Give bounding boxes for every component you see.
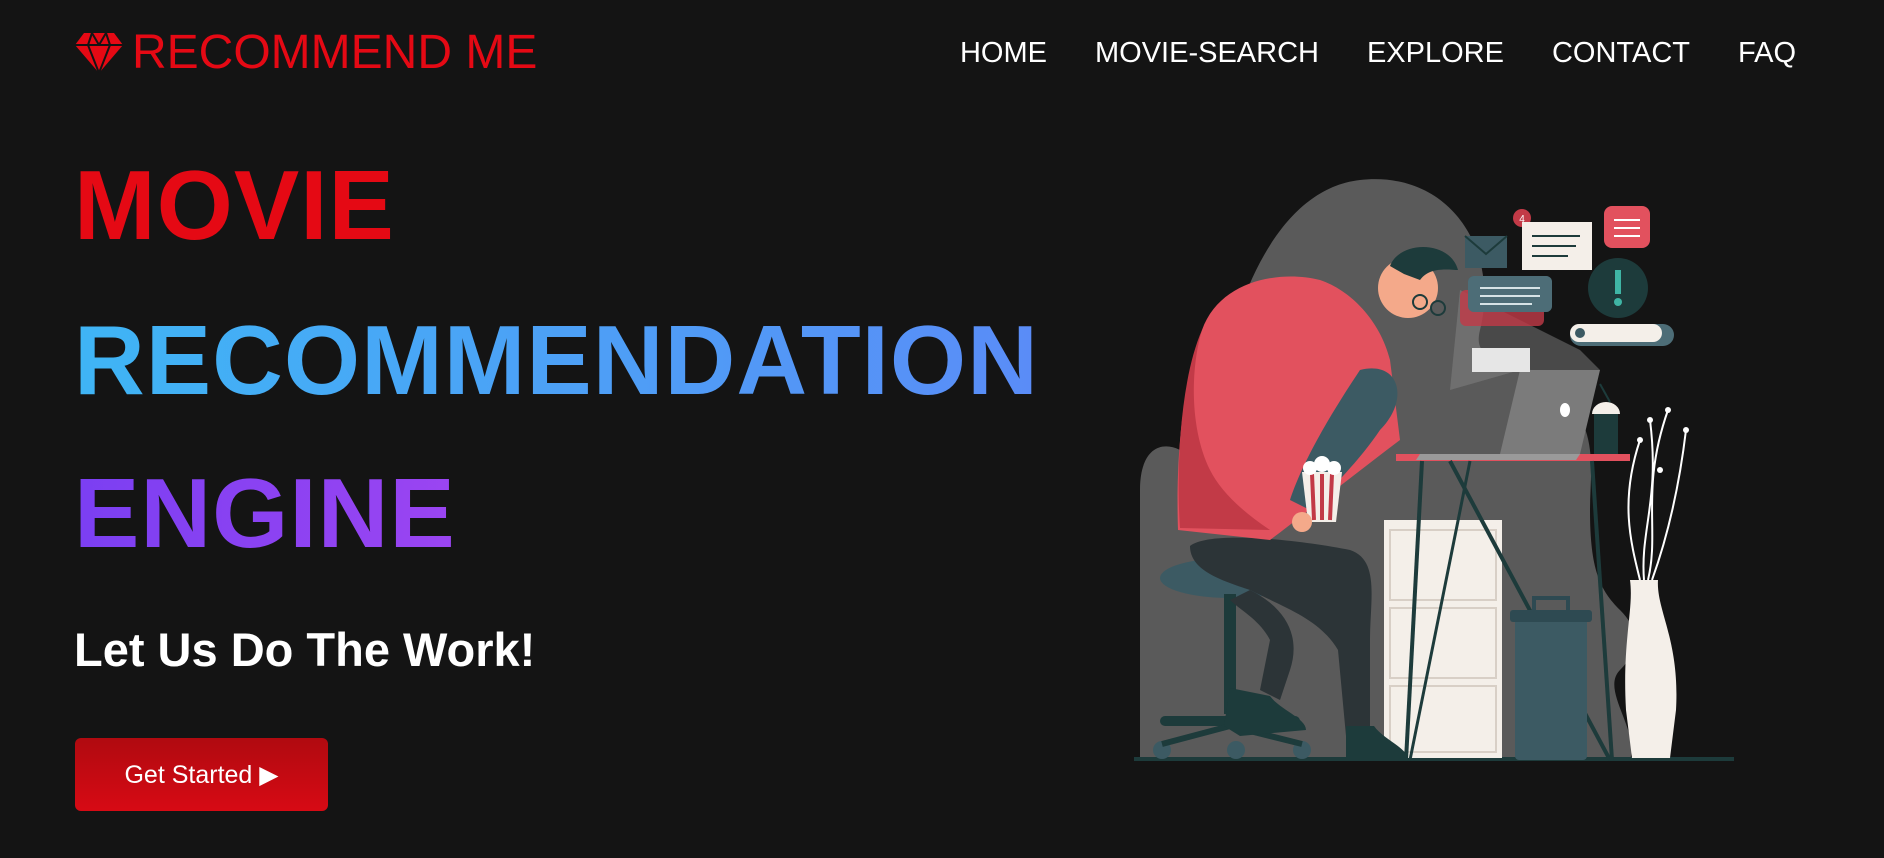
vase <box>1625 407 1689 758</box>
nav-faq[interactable]: FAQ <box>1738 35 1796 71</box>
main-nav: HOME MOVIE-SEARCH EXPLORE CONTACT FAQ <box>960 35 1796 71</box>
person-at-desk-illustration: 4 <box>1134 179 1734 761</box>
nav-movie-search[interactable]: MOVIE-SEARCH <box>1095 35 1319 71</box>
diamond-icon <box>75 32 123 74</box>
nav-contact[interactable]: CONTACT <box>1552 35 1690 71</box>
hero-title-engine: ENGINE <box>74 458 456 568</box>
brand-logo[interactable]: RECOMMEND ME <box>74 26 537 80</box>
hero-title-recommendation: RECOMMENDATION <box>74 305 1039 415</box>
drink-cup <box>1592 383 1620 454</box>
brand-name: RECOMMEND ME <box>132 26 538 79</box>
desk-drawers <box>1384 520 1502 758</box>
get-started-button[interactable]: Get Started ▶ <box>75 738 328 811</box>
trash-bin <box>1510 596 1592 760</box>
hero-subtitle: Let Us Do The Work! <box>74 623 536 676</box>
popcorn-bucket <box>1302 456 1342 522</box>
nav-home[interactable]: HOME <box>960 35 1047 71</box>
nav-explore[interactable]: EXPLORE <box>1367 35 1504 71</box>
landing-page: RECOMMEND ME HOME MOVIE-SEARCH EXPLORE C… <box>0 0 1884 858</box>
hero-title-movie: MOVIE <box>74 150 395 260</box>
